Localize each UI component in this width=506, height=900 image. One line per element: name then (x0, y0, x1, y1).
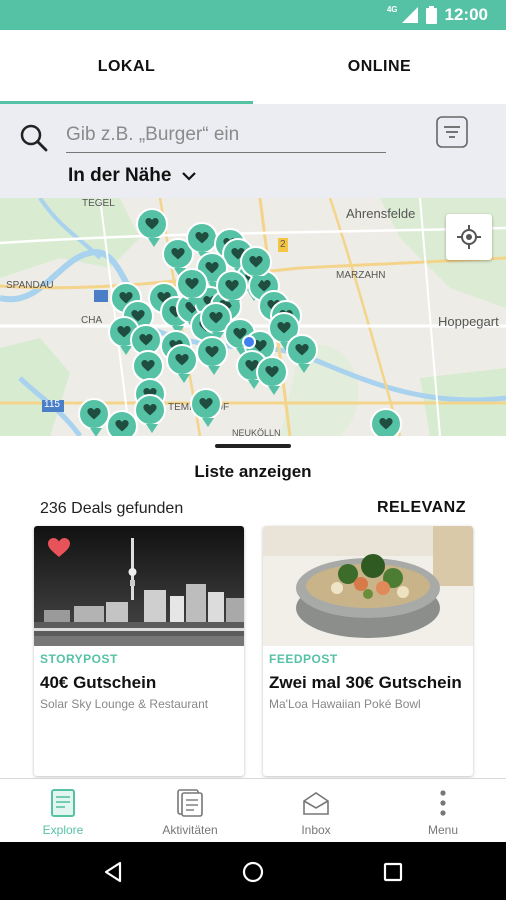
heart-icon (115, 420, 129, 432)
map-label-road-2: 2 (280, 239, 286, 250)
deal-map-pin[interactable] (196, 336, 228, 375)
deals-count: 236 Deals gefunden (40, 500, 184, 517)
heart-icon (175, 354, 189, 366)
home-icon[interactable] (239, 858, 267, 886)
recents-icon[interactable] (379, 858, 407, 886)
heart-icon (205, 262, 219, 274)
nav-explore-label: Explore (42, 823, 84, 837)
deal-image-poke-bowl (263, 526, 473, 646)
deal-map-pin[interactable] (186, 222, 218, 261)
heart-icon (225, 280, 239, 292)
map-label-ahrensfelde: Ahrensfelde (346, 206, 416, 221)
location-dropdown[interactable]: In der Nähe (68, 162, 197, 190)
deal-map-pin[interactable] (286, 334, 318, 373)
tab-bar: LOKAL ONLINE (0, 30, 506, 104)
filter-icon[interactable] (436, 116, 468, 148)
crosshair-icon (457, 225, 481, 249)
clock: 12:00 (444, 5, 488, 24)
search-input[interactable] (66, 117, 386, 153)
heart-icon (379, 418, 393, 430)
tab-online[interactable]: ONLINE (253, 30, 506, 104)
status-indicators: 4G 12:00 (383, 5, 488, 25)
heart-icon (185, 278, 199, 290)
battery-icon (425, 6, 437, 24)
heart-icon (143, 404, 157, 416)
search-area: In der Nähe (0, 104, 506, 198)
heart-icon (265, 366, 279, 378)
favorite-heart-icon[interactable] (48, 538, 70, 558)
heart-icon (171, 248, 185, 260)
network-type: 4G (386, 4, 398, 14)
deal-map-pin[interactable] (240, 246, 272, 285)
heart-icon (87, 408, 101, 420)
heart-icon (139, 334, 153, 346)
nav-menu[interactable]: Menu (380, 779, 506, 843)
deal-title: Zwei mal 30€ Gutschein (269, 673, 462, 692)
show-list-button[interactable]: Liste anzeigen (0, 462, 506, 482)
menu-dots-icon (440, 790, 446, 816)
sort-button[interactable]: RELEVANZ (377, 499, 466, 517)
locate-me-button[interactable] (446, 214, 492, 260)
user-location-dot (242, 335, 256, 349)
drag-handle[interactable] (215, 444, 291, 448)
deal-map-pin[interactable] (136, 208, 168, 247)
bottom-navigation: Explore Aktivitäten Inbox Menu (0, 778, 506, 842)
search-icon[interactable] (18, 122, 50, 154)
nav-aktivitaeten-label: Aktivitäten (162, 823, 218, 837)
heart-icon (249, 256, 263, 268)
deal-merchant: Solar Sky Lounge & Restaurant (40, 697, 209, 711)
heart-icon (199, 398, 213, 410)
deal-map-pin[interactable] (134, 394, 166, 433)
deal-map-pin[interactable] (216, 270, 248, 309)
deal-type: FEEDPOST (269, 652, 338, 666)
map-label-tegel: TEGEL (82, 198, 115, 209)
deal-card[interactable]: STORYPOST 40€ Gutschein Solar Sky Lounge… (34, 526, 244, 776)
explore-icon (51, 789, 75, 817)
heart-icon (117, 326, 131, 338)
system-navigation-bar (0, 842, 506, 900)
nav-menu-label: Menu (427, 823, 459, 837)
heart-icon (205, 346, 219, 358)
status-bar: 4G 12:00 (0, 0, 506, 30)
map-label-hoppegarten: Hoppegart (438, 314, 499, 329)
deal-map-pin[interactable] (166, 344, 198, 383)
map-label-neukolln: NEUKÖLLN (232, 428, 281, 436)
chevron-down-icon (182, 172, 197, 181)
nav-aktivitaeten[interactable]: Aktivitäten (127, 779, 253, 843)
map-label-cha: CHA (81, 315, 103, 326)
heart-icon (141, 360, 155, 372)
deal-type: STORYPOST (40, 652, 118, 666)
heart-icon (209, 312, 223, 324)
map-label-road-115: 115 (44, 399, 60, 410)
signal-icon (401, 7, 418, 23)
deal-title: 40€ Gutschein (40, 673, 157, 692)
deal-map-pin[interactable] (106, 410, 138, 436)
nav-inbox[interactable]: Inbox (253, 779, 379, 843)
activities-icon (177, 789, 203, 817)
map-label-spandau: SPANDAU (6, 280, 54, 291)
deal-card[interactable]: FEEDPOST Zwei mal 30€ Gutschein Ma'Loa H… (263, 526, 473, 776)
inbox-icon (303, 792, 329, 815)
heart-icon (195, 232, 209, 244)
deal-map-pin[interactable] (190, 388, 222, 427)
heart-icon (145, 218, 159, 230)
deal-map-pin[interactable] (176, 268, 208, 307)
map[interactable]: TEGEL Ahrensfelde SPANDAU MARZAHN Hoppeg… (0, 198, 506, 436)
map-label-marzahn: MARZAHN (336, 270, 386, 281)
tab-lokal[interactable]: LOKAL (0, 30, 253, 104)
map-background (0, 198, 506, 436)
heart-icon (277, 322, 291, 334)
nav-explore[interactable]: Explore (0, 779, 126, 843)
heart-icon (295, 344, 309, 356)
nav-inbox-label: Inbox (301, 823, 331, 837)
back-icon[interactable] (100, 858, 128, 886)
deal-map-pin[interactable] (256, 356, 288, 395)
location-label: In der Nähe (68, 165, 172, 186)
deal-merchant: Ma'Loa Hawaiian Poké Bowl (269, 697, 421, 711)
deal-map-pin[interactable] (370, 408, 402, 436)
